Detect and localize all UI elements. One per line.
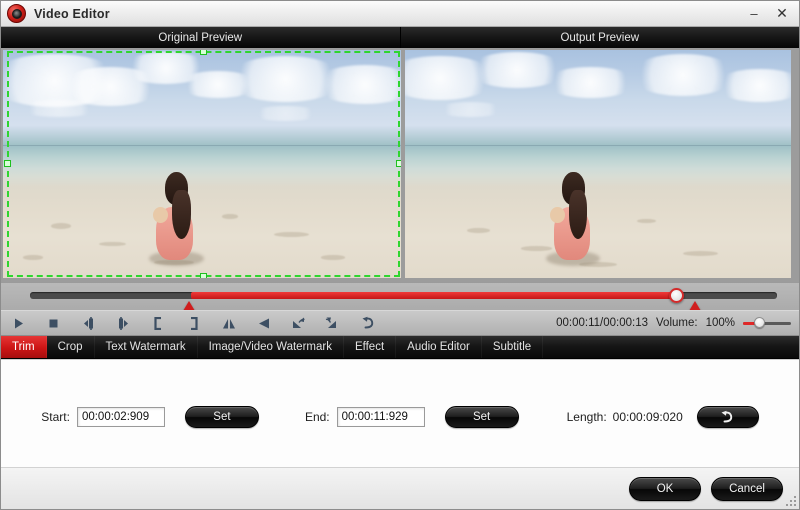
next-frame-icon — [115, 317, 132, 330]
flip-horizontal-icon — [221, 317, 237, 330]
timeline-selected-range — [191, 292, 680, 299]
dialog-footer: OK Cancel — [1, 467, 799, 509]
minimize-icon[interactable]: – — [741, 3, 767, 25]
undo-arrow-icon — [361, 316, 376, 330]
volume-value: 100% — [706, 317, 735, 329]
flip-vertical-button[interactable] — [246, 311, 281, 336]
timeline-track[interactable] — [30, 292, 777, 299]
clouds-output — [405, 50, 791, 146]
rotate-right-button[interactable] — [316, 311, 351, 336]
output-preview-video[interactable] — [405, 50, 791, 278]
toolbar-right-group: 00:00:11/00:00:13 Volume: 100% — [556, 316, 799, 330]
time-display: 00:00:11/00:00:13 — [556, 317, 648, 329]
flip-horizontal-button[interactable] — [211, 311, 246, 336]
timeline-scrubber[interactable] — [1, 282, 799, 310]
set-in-point-button[interactable] — [141, 311, 176, 336]
original-preview-label: Original Preview — [1, 27, 401, 48]
tab-crop[interactable]: Crop — [47, 336, 95, 358]
previous-frame-button[interactable] — [71, 311, 106, 336]
tab-audio-editor[interactable]: Audio Editor — [396, 336, 482, 358]
trim-reset-button[interactable] — [697, 406, 759, 428]
close-icon[interactable]: ✕ — [769, 3, 795, 25]
start-set-button[interactable]: Set — [185, 406, 259, 428]
trim-panel: Start: Set End: Set Length: 00:00:09:020 — [1, 359, 799, 509]
rotate-left-icon — [290, 316, 307, 330]
stop-button[interactable] — [36, 311, 71, 336]
rotate-left-button[interactable] — [281, 311, 316, 336]
tab-subtitle[interactable]: Subtitle — [482, 336, 543, 358]
rotate-right-icon — [325, 316, 342, 330]
title-bar: Video Editor – ✕ — [1, 1, 799, 27]
length-value: 00:00:09:020 — [613, 410, 683, 424]
resize-grip-icon[interactable] — [785, 495, 797, 507]
start-field-group: Start: — [41, 407, 165, 427]
bracket-left-icon — [152, 317, 165, 330]
person-figure-output — [544, 169, 606, 265]
stop-icon — [47, 317, 60, 330]
tab-image-video-watermark[interactable]: Image/Video Watermark — [198, 336, 344, 358]
trim-controls-row: Start: Set End: Set Length: 00:00:09:020 — [1, 406, 799, 428]
clouds-original — [3, 50, 401, 146]
output-preview-label: Output Preview — [401, 27, 800, 48]
ok-button[interactable]: OK — [629, 477, 701, 501]
end-label: End: — [305, 410, 330, 424]
film-reel-lens — [12, 9, 22, 19]
video-editor-window: Video Editor – ✕ Original Preview Output… — [0, 0, 800, 510]
tab-effect[interactable]: Effect — [344, 336, 396, 358]
volume-slider[interactable] — [743, 316, 791, 330]
preview-header-bar: Original Preview Output Preview — [1, 27, 799, 48]
volume-label: Volume: — [656, 317, 698, 329]
preview-area — [1, 48, 799, 282]
film-reel-icon — [7, 4, 26, 23]
beach-scene-original — [3, 50, 401, 278]
horizon-line — [3, 145, 401, 147]
tab-text-watermark[interactable]: Text Watermark — [95, 336, 198, 358]
bracket-right-icon — [187, 317, 200, 330]
next-frame-button[interactable] — [106, 311, 141, 336]
end-time-input[interactable] — [337, 407, 425, 427]
length-label: Length: — [567, 410, 607, 424]
undo-arrow-icon — [720, 410, 735, 424]
cancel-button[interactable]: Cancel — [711, 477, 783, 501]
timeline-playhead-handle[interactable] — [669, 288, 684, 303]
play-icon — [12, 317, 25, 330]
end-set-button[interactable]: Set — [445, 406, 519, 428]
playback-toolbar: 00:00:11/00:00:13 Volume: 100% — [1, 310, 799, 336]
end-field-group: End: — [305, 407, 425, 427]
volume-knob[interactable] — [754, 317, 765, 328]
start-time-input[interactable] — [77, 407, 165, 427]
beach-scene-output — [405, 50, 791, 278]
person-figure-original — [146, 169, 210, 265]
editor-tab-bar: Trim Crop Text Watermark Image/Video Wat… — [1, 336, 799, 359]
original-preview-video[interactable] — [3, 50, 401, 278]
window-controls: – ✕ — [741, 3, 795, 25]
previous-frame-icon — [80, 317, 97, 330]
reset-button[interactable] — [351, 311, 386, 336]
set-out-point-button[interactable] — [176, 311, 211, 336]
start-label: Start: — [41, 410, 70, 424]
horizon-line-output — [405, 145, 791, 147]
window-title: Video Editor — [34, 7, 110, 21]
play-button[interactable] — [1, 311, 36, 336]
tab-trim[interactable]: Trim — [1, 336, 47, 358]
flip-vertical-icon — [256, 317, 272, 330]
